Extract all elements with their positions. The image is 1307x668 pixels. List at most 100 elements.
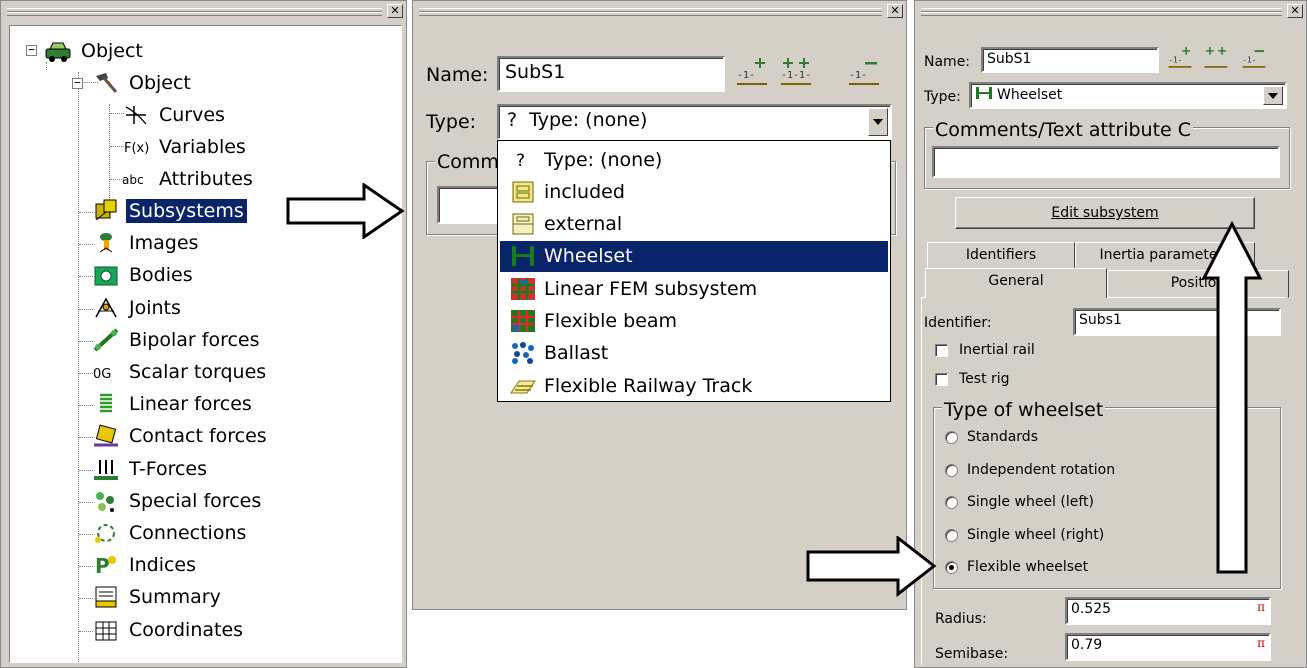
- tree-item-label: Subsystems: [126, 199, 247, 223]
- curves-icon: [122, 102, 150, 128]
- name-input[interactable]: SubS1: [981, 47, 1159, 73]
- tab-identifiers[interactable]: Identifiers: [927, 242, 1075, 268]
- radio-single-wheel-right[interactable]: [945, 528, 958, 542]
- tree-item-indices[interactable]: P Indices: [92, 550, 199, 580]
- svg-text:-1-: -1-: [1169, 55, 1183, 64]
- tree-item-connections[interactable]: Connections: [92, 518, 249, 548]
- tree-item-variables[interactable]: F(x) Variables: [122, 132, 249, 162]
- tree-item-bipolar-forces[interactable]: Bipolar forces: [92, 325, 263, 355]
- close-icon[interactable]: ✕: [1287, 4, 1303, 18]
- coordinates-icon: [92, 617, 120, 643]
- tree-item-summary[interactable]: Summary: [92, 582, 224, 612]
- tree-item-curves[interactable]: Curves: [122, 100, 228, 130]
- collapse-icon[interactable]: −: [72, 77, 83, 89]
- question-icon: ?: [507, 109, 518, 131]
- attributes-icon: abc: [122, 166, 150, 192]
- dropdown-option-label: Wheelset: [544, 245, 633, 268]
- panel-title-bar[interactable]: ✕: [415, 3, 904, 21]
- pi-icon[interactable]: π: [1257, 600, 1265, 614]
- right-arrow-icon: [286, 183, 405, 239]
- remove-element-icon[interactable]: -1-: [847, 56, 881, 86]
- hammer-icon: [92, 70, 120, 96]
- tree-item-label: Bodies: [129, 264, 193, 287]
- tab-general[interactable]: General: [925, 268, 1107, 298]
- dropdown-option-flexible-railway-track[interactable]: Flexible Railway Track: [500, 370, 888, 401]
- tree-item-t-forces[interactable]: T-Forces: [92, 454, 210, 484]
- add-element-icon[interactable]: -1-: [735, 56, 769, 86]
- tree-item-label: Joints: [129, 296, 181, 319]
- collapse-icon[interactable]: −: [26, 44, 37, 56]
- question-icon: ?: [508, 147, 538, 173]
- tree-item-bodies[interactable]: Bodies: [92, 260, 196, 290]
- radio-single-wheel-left[interactable]: [945, 496, 958, 509]
- type-dropdown-list[interactable]: ? Type: (none) included external Wheelset Lin…: [497, 140, 891, 402]
- radius-input[interactable]: 0.525 π: [1065, 597, 1271, 625]
- dropdown-option-linear-fem-subsystem[interactable]: Linear FEM subsystem: [500, 273, 888, 304]
- type-label: Type:: [924, 89, 961, 105]
- add-multiple-icon[interactable]: [1203, 45, 1229, 69]
- indices-icon: P: [92, 552, 120, 578]
- radio-label-independent-rotation: Independent rotation: [967, 461, 1116, 478]
- type-label: Type:: [426, 111, 477, 133]
- railway-track-icon: [508, 373, 538, 399]
- connections-icon: [92, 520, 120, 546]
- tree-item-label: Bipolar forces: [129, 328, 260, 351]
- tree-root-object[interactable]: Object: [44, 36, 146, 66]
- svg-text:-1-: -1-: [737, 70, 755, 81]
- radius-label: Radius:: [935, 611, 987, 627]
- semibase-label: Semibase:: [935, 646, 1009, 662]
- radio-label-flexible-wheelset: Flexible wheelset: [967, 559, 1089, 575]
- add-multiple-icon[interactable]: -1-1-: [779, 56, 813, 86]
- dropdown-option-label: Flexible Railway Track: [544, 374, 753, 397]
- tree-item-joints[interactable]: Joints: [92, 293, 184, 323]
- dropdown-option-external[interactable]: external: [500, 209, 888, 240]
- panel-title-bar[interactable]: ✕: [917, 3, 1304, 21]
- comments-input[interactable]: [932, 146, 1280, 178]
- tree-item-contact-forces[interactable]: Contact forces: [92, 421, 270, 451]
- tree-item-attributes[interactable]: abc Attributes: [122, 164, 256, 194]
- name-input[interactable]: SubS1: [497, 56, 725, 92]
- close-icon[interactable]: ✕: [887, 4, 903, 18]
- tree-item-special-forces[interactable]: Special forces: [92, 486, 264, 516]
- tree-item-images[interactable]: Images: [92, 228, 201, 258]
- close-icon[interactable]: ✕: [387, 4, 403, 18]
- dropdown-option-label: Type: (none): [544, 148, 663, 171]
- fem-icon: [508, 276, 538, 302]
- variables-icon: F(x): [122, 134, 150, 160]
- radio-label-single-wheel-left: Single wheel (left): [967, 494, 1094, 510]
- tree-child-object[interactable]: Object: [92, 68, 194, 98]
- dropdown-option-ballast[interactable]: Ballast: [500, 338, 888, 369]
- pi-icon[interactable]: π: [1257, 636, 1265, 650]
- svg-text:-1-: -1-: [849, 70, 867, 81]
- tree-item-linear-forces[interactable]: Linear forces: [92, 389, 255, 419]
- dropdown-option-wheelset[interactable]: Wheelset: [500, 240, 888, 272]
- tree-item-subsystems[interactable]: Subsystems: [92, 196, 247, 226]
- dropdown-arrow-icon[interactable]: [868, 108, 888, 136]
- tree-item-label: Object: [129, 72, 191, 94]
- type-select[interactable]: Wheelset: [969, 82, 1287, 109]
- radio-independent-rotation[interactable]: [945, 463, 958, 477]
- test-rig-checkbox[interactable]: [935, 373, 948, 386]
- semibase-input[interactable]: 0.79 π: [1065, 633, 1271, 661]
- subsystems-icon: [92, 198, 120, 224]
- name-label: Name:: [924, 54, 971, 70]
- dropdown-option-included[interactable]: included: [500, 176, 888, 207]
- add-element-icon[interactable]: -1-: [1167, 45, 1193, 69]
- object-tree[interactable]: − Object − Object Curves F(x) Variables …: [9, 25, 402, 663]
- tree-item-scalar-torques[interactable]: 0G Scalar torques: [92, 357, 269, 387]
- dropdown-arrow-icon[interactable]: [1263, 86, 1283, 105]
- tree-panel: ✕ − Object − Object Curves F(x) Variable…: [0, 0, 407, 668]
- radio-standards[interactable]: [945, 431, 958, 444]
- radio-flexible-wheelset[interactable]: [945, 561, 958, 574]
- inertial-rail-checkbox[interactable]: [935, 344, 948, 357]
- dropdown-option-label: Ballast: [544, 342, 609, 365]
- dropdown-option-type-none[interactable]: ? Type: (none): [500, 144, 888, 175]
- dropdown-option-flexible-beam[interactable]: Flexible beam: [500, 306, 888, 337]
- remove-element-icon[interactable]: -1-: [1241, 45, 1267, 69]
- linear-forces-icon: [92, 391, 120, 417]
- panel-title-bar[interactable]: ✕: [3, 3, 404, 21]
- t-forces-icon: [92, 456, 120, 482]
- tree-item-coordinates[interactable]: Coordinates: [92, 615, 246, 645]
- type-select[interactable]: ? Type: (none): [497, 104, 892, 140]
- wheelset-icon: [975, 86, 993, 104]
